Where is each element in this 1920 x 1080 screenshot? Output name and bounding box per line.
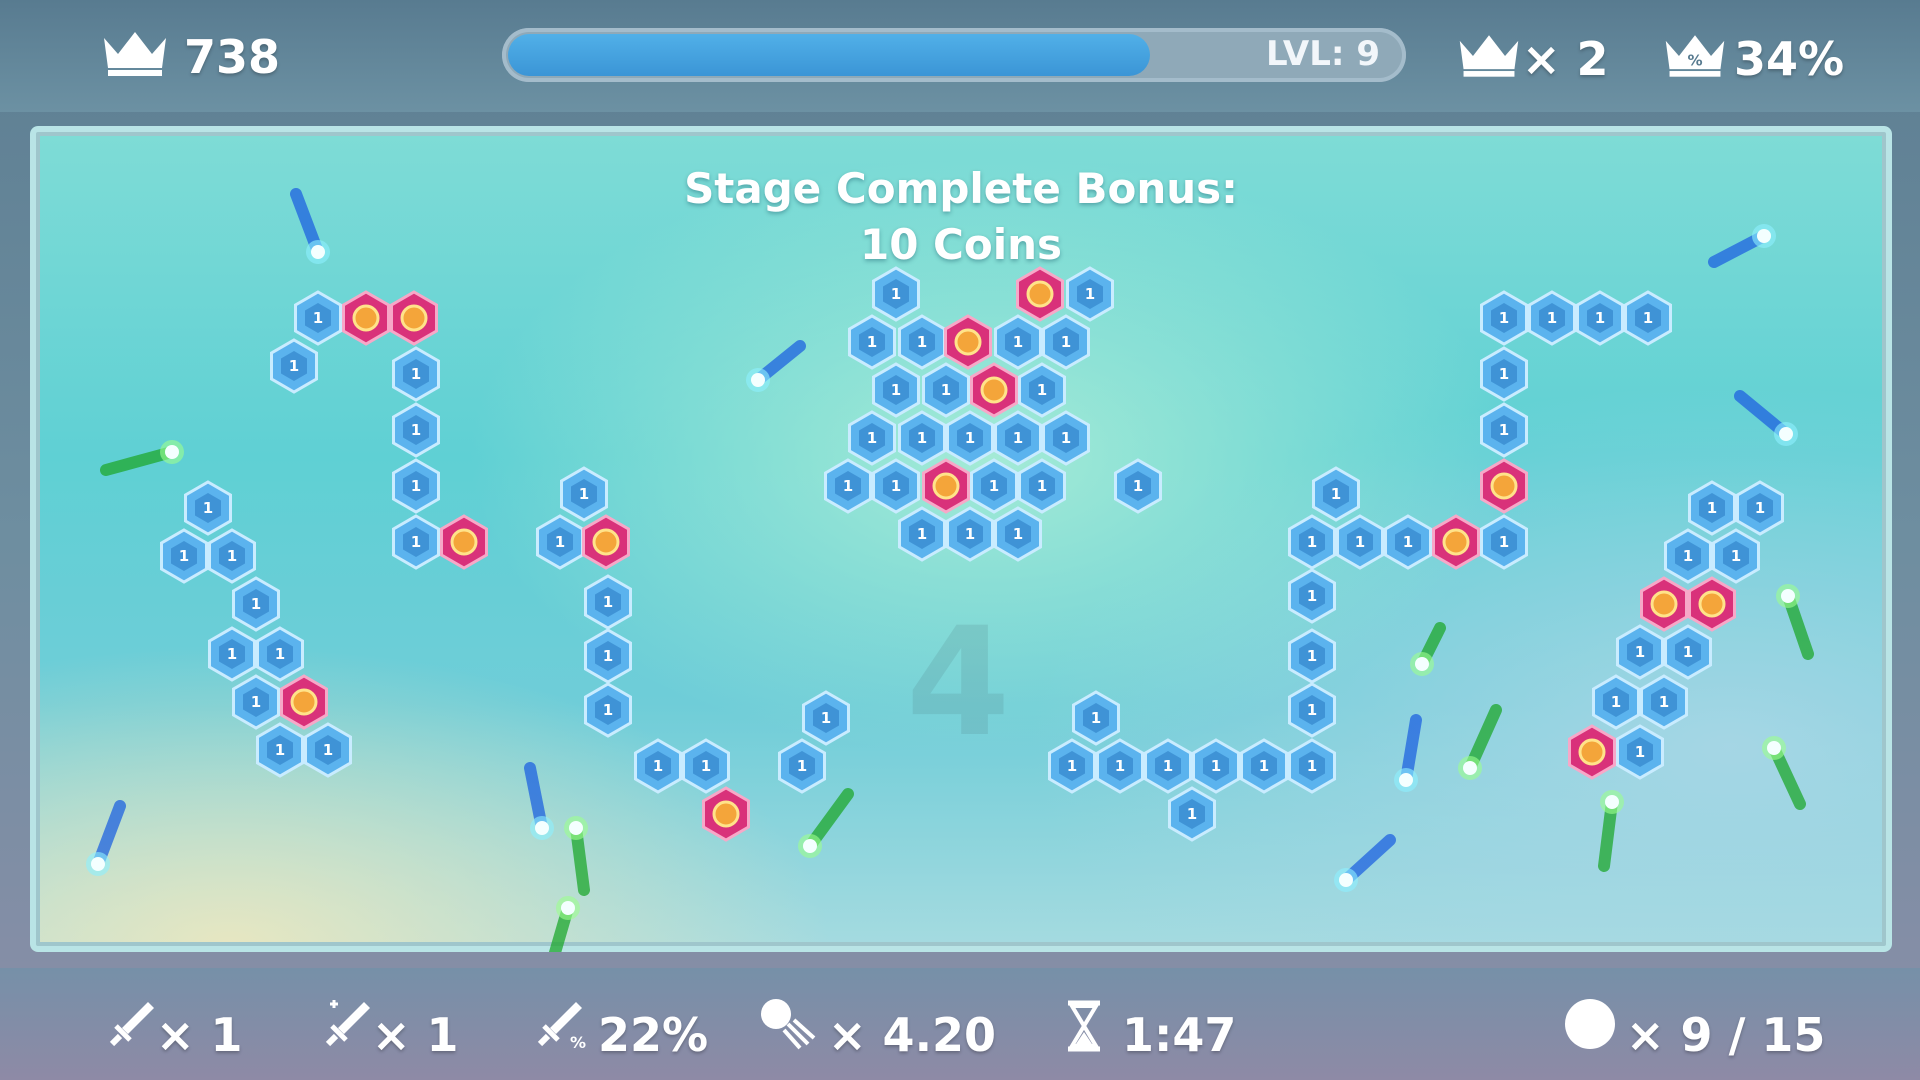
crown-icon bbox=[104, 32, 166, 76]
sword-icon bbox=[109, 1002, 154, 1047]
ball-icon bbox=[1565, 999, 1615, 1049]
svg-text:%: % bbox=[1687, 51, 1702, 69]
green-ball bbox=[1410, 622, 1446, 676]
green-ball bbox=[798, 788, 854, 858]
sword-plus-count: × 1 bbox=[372, 1008, 459, 1062]
green-ball bbox=[1762, 736, 1806, 810]
level-label: LVL: 9 bbox=[1265, 34, 1380, 74]
level-progress-fill bbox=[508, 34, 1150, 76]
ball-speed: × 4.20 bbox=[828, 1008, 997, 1062]
top-hud: 738 LVL: 9 × 2 % 34% bbox=[0, 0, 1920, 112]
level-progress-bar: LVL: 9 bbox=[502, 28, 1406, 82]
playfield[interactable]: 4 11111111111111111111111111111111111111… bbox=[30, 126, 1892, 952]
green-ball bbox=[1776, 584, 1814, 660]
crown-percent: 34% bbox=[1734, 32, 1845, 86]
crown-multiplier: × 2 bbox=[1522, 32, 1609, 86]
crown-x-icon bbox=[1459, 35, 1519, 77]
balls-remaining: × 9 / 15 bbox=[1626, 1008, 1826, 1062]
crown-percent-icon: % bbox=[1665, 35, 1725, 77]
green-ball bbox=[1458, 704, 1502, 780]
blue-ball bbox=[1334, 834, 1396, 892]
score-value: 738 bbox=[184, 30, 281, 84]
sword-count: × 1 bbox=[156, 1008, 243, 1062]
blue-ball bbox=[524, 762, 554, 840]
green-ball bbox=[564, 816, 590, 896]
bonus-title: Stage Complete Bonus: bbox=[684, 164, 1238, 213]
bottom-hud: × 1 × 1 % 22% × 4.20 1:47 × 9 / 15 bbox=[0, 968, 1920, 1080]
timer: 1:47 bbox=[1122, 1008, 1237, 1062]
sword-plus-icon bbox=[325, 1000, 370, 1047]
playfield-frame: 4 11111111111111111111111111111111111111… bbox=[8, 104, 1914, 974]
ball-speed-icon bbox=[761, 999, 816, 1050]
crit-chance: 22% bbox=[598, 1008, 709, 1062]
blue-ball bbox=[86, 800, 126, 876]
green-ball bbox=[548, 896, 580, 952]
blue-ball bbox=[1394, 714, 1422, 792]
bonus-amount: 10 Coins bbox=[859, 220, 1063, 269]
blue-ball bbox=[746, 340, 806, 392]
green-ball bbox=[1598, 790, 1624, 872]
sword-percent-icon: % bbox=[537, 1002, 586, 1052]
blue-ball bbox=[1734, 390, 1798, 446]
svg-text:%: % bbox=[570, 1033, 586, 1052]
green-ball bbox=[100, 440, 184, 476]
hourglass-icon bbox=[1068, 1000, 1100, 1052]
